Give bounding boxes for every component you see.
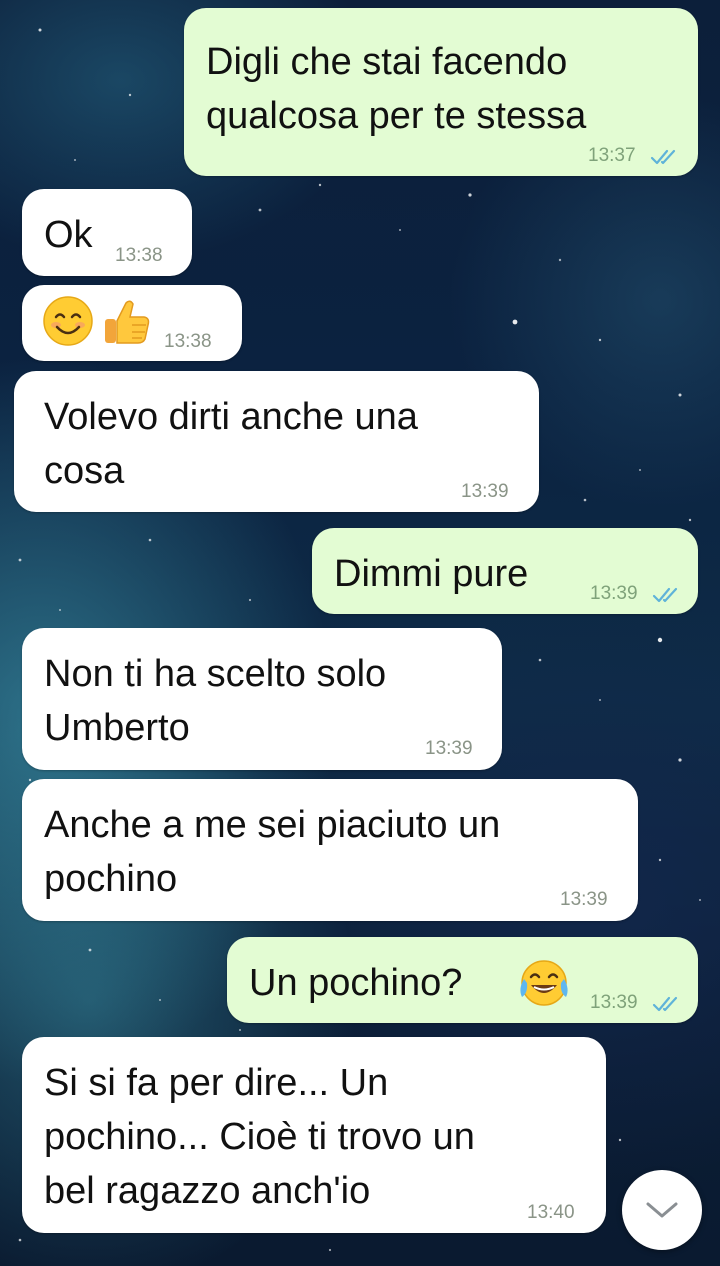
message-bubble-outgoing[interactable]: Dimmi pure 13:39: [312, 528, 698, 614]
message-text: Ok: [44, 214, 93, 256]
message-time: 13:39: [560, 889, 608, 910]
message-text: Dimmi pure: [334, 553, 529, 595]
message-text: Anche a me sei piaciuto un pochino: [44, 804, 501, 900]
chevron-down-icon: [646, 1202, 678, 1218]
thumbs-up-emoji: [105, 300, 150, 344]
message-time: 13:40: [527, 1202, 575, 1223]
scroll-to-bottom-button[interactable]: [622, 1170, 702, 1250]
message-bubble-incoming[interactable]: Ok 13:38: [22, 189, 192, 276]
message-bubble-incoming[interactable]: Anche a me sei piaciuto un pochino 13:39: [22, 779, 638, 921]
message-bubble-incoming[interactable]: 13:38: [22, 285, 242, 361]
smiling-face-emoji: [43, 296, 93, 346]
message-time: 13:39: [590, 992, 638, 1013]
message-time: 13:39: [590, 583, 638, 604]
message-text: Un pochino?: [249, 962, 463, 1004]
message-text: Non ti ha scelto solo Umberto: [44, 653, 387, 749]
emoji-row: [42, 295, 152, 347]
message-bubble-incoming[interactable]: Volevo dirti anche una cosa 13:39: [14, 371, 539, 512]
double-check-icon: [652, 996, 678, 1012]
face-with-tears-of-joy-emoji: [520, 960, 568, 1006]
message-bubble-outgoing[interactable]: Digli che stai facendo qualcosa per te s…: [184, 8, 698, 176]
message-text: Digli che stai facendo qualcosa per te s…: [206, 41, 587, 137]
message-time: 13:39: [425, 738, 473, 759]
message-bubble-incoming[interactable]: Non ti ha scelto solo Umberto 13:39: [22, 628, 502, 770]
message-time: 13:39: [461, 481, 509, 502]
message-bubble-incoming[interactable]: Si si fa per dire... Un pochino... Cioè …: [22, 1037, 606, 1233]
double-check-icon: [652, 587, 678, 603]
message-bubble-outgoing[interactable]: Un pochino? 13:39: [227, 937, 698, 1023]
message-time: 13:38: [164, 331, 212, 352]
double-check-icon: [650, 149, 676, 165]
message-text: Volevo dirti anche una cosa: [44, 396, 418, 492]
message-text: Si si fa per dire... Un pochino... Cioè …: [44, 1062, 475, 1212]
message-time: 13:37: [588, 145, 636, 166]
message-time: 13:38: [115, 245, 163, 266]
